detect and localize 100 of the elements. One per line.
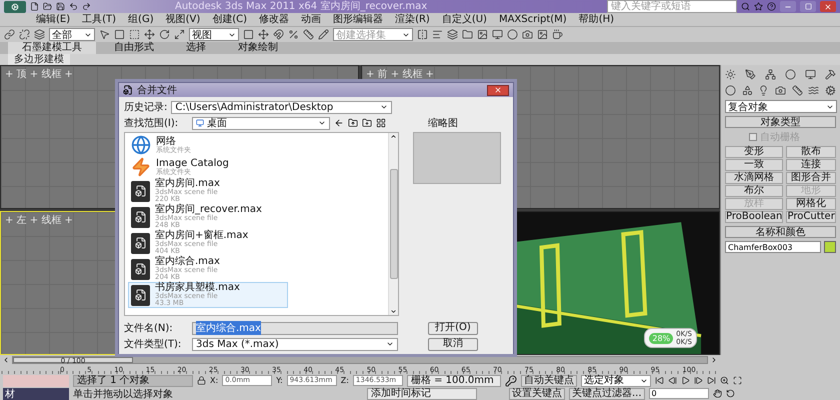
- redo-icon[interactable]: [82, 2, 91, 11]
- axis-icon[interactable]: [258, 29, 269, 40]
- object-type-button[interactable]: ProBoolean: [725, 211, 784, 223]
- add-time-tag[interactable]: 添加时间标记: [367, 388, 477, 400]
- layer-icon[interactable]: [447, 29, 458, 40]
- undo-icon[interactable]: [69, 2, 78, 11]
- menu-item[interactable]: 渲染(R): [395, 13, 430, 26]
- menu-item[interactable]: 组(G): [128, 13, 154, 26]
- geometry-icon[interactable]: [725, 85, 736, 96]
- object-type-button[interactable]: ProCutter: [786, 211, 836, 223]
- camera-icon[interactable]: [774, 85, 786, 96]
- search-icon[interactable]: [741, 2, 750, 11]
- rollout-header[interactable]: 名称和颜色: [725, 226, 836, 238]
- pencil-icon[interactable]: [318, 29, 329, 40]
- menu-item[interactable]: 视图(V): [166, 13, 200, 26]
- menu-item[interactable]: 帮助(H): [578, 13, 614, 26]
- next-icon[interactable]: [710, 356, 718, 364]
- menu-item[interactable]: 修改器: [259, 13, 290, 26]
- ribbon-tab[interactable]: 自由形式: [100, 42, 168, 54]
- create-tab-icon[interactable]: [725, 69, 736, 80]
- light-icon[interactable]: [758, 85, 770, 96]
- set-key-button[interactable]: 设置关键点: [509, 388, 565, 400]
- object-type-button[interactable]: 网格化: [786, 198, 836, 210]
- ribbon-tab[interactable]: 对象绘制: [224, 42, 292, 54]
- lock-icon[interactable]: [197, 376, 206, 385]
- open-folder-icon[interactable]: [43, 2, 52, 11]
- expand-icon[interactable]: [174, 29, 185, 40]
- gear-icon[interactable]: [824, 85, 836, 96]
- color-swatch[interactable]: [824, 241, 836, 253]
- square-icon[interactable]: [114, 29, 125, 40]
- link-icon[interactable]: [4, 29, 15, 40]
- object-type-button[interactable]: 水滴网格: [725, 172, 784, 184]
- pivot-icon[interactable]: [243, 29, 254, 40]
- look-in-dropdown[interactable]: 桌面: [192, 116, 330, 130]
- file-name-field[interactable]: 室内综合.max: [192, 322, 398, 334]
- next-frame-icon[interactable]: [694, 376, 703, 385]
- save-icon[interactable]: [56, 2, 65, 11]
- previous-icon[interactable]: [2, 356, 10, 364]
- key-mode-dropdown[interactable]: 选定对象: [580, 374, 651, 386]
- display-tab-icon[interactable]: [805, 69, 816, 80]
- menu-item[interactable]: 工具(T): [82, 13, 116, 26]
- menu-item[interactable]: MAXScript(M): [498, 13, 567, 26]
- circle-tab-icon[interactable]: [785, 69, 796, 80]
- menu-item[interactable]: 创建(C): [212, 13, 248, 26]
- waves-icon[interactable]: [808, 85, 820, 96]
- object-type-button[interactable]: 布尔: [725, 185, 784, 197]
- cancel-button[interactable]: 取消: [428, 338, 478, 350]
- coordinate-dropdown[interactable]: 视图: [189, 28, 239, 41]
- close-button[interactable]: [487, 84, 509, 96]
- move-icon[interactable]: [144, 29, 155, 40]
- app-menu-button[interactable]: [4, 0, 26, 12]
- key-filters-button[interactable]: 关键点过滤器...: [569, 388, 645, 400]
- back-icon[interactable]: [334, 118, 344, 128]
- curve-tab-icon[interactable]: [745, 69, 756, 80]
- ribbon-tab[interactable]: 选择: [172, 42, 220, 54]
- image-icon[interactable]: [477, 29, 488, 40]
- align-icon[interactable]: [432, 29, 443, 40]
- monitor-icon[interactable]: [492, 29, 503, 40]
- viewport-label[interactable]: + 顶 + 线框 +: [5, 67, 73, 81]
- minimize-button[interactable]: [780, 1, 796, 12]
- sphere-icon[interactable]: [507, 29, 518, 40]
- viewport-label[interactable]: + 前 + 线框 +: [366, 67, 434, 81]
- cup-icon[interactable]: [552, 29, 563, 40]
- pan-icon[interactable]: [712, 389, 722, 398]
- helper-icon[interactable]: [792, 85, 803, 96]
- open-button[interactable]: 打开(O): [428, 322, 478, 334]
- key-icon[interactable]: [504, 374, 517, 386]
- menu-item[interactable]: 自定义(U): [442, 13, 487, 26]
- folder-icon[interactable]: [462, 29, 473, 40]
- scrollbar[interactable]: [388, 133, 398, 315]
- menu-item[interactable]: 编辑(E): [36, 13, 70, 26]
- ruler-icon[interactable]: [303, 29, 314, 40]
- help-icon[interactable]: [767, 2, 776, 11]
- object-type-button[interactable]: 图形合并: [786, 172, 836, 184]
- rotate-icon[interactable]: [159, 29, 170, 40]
- filter-dropdown[interactable]: 全部: [49, 28, 95, 41]
- object-type-button[interactable]: 变形: [725, 146, 784, 158]
- object-name-field[interactable]: ChamferBox003: [725, 241, 821, 253]
- dashed-square-icon[interactable]: [129, 29, 140, 40]
- star-icon[interactable]: [754, 2, 763, 11]
- file-type-dropdown[interactable]: 3ds Max (*.max): [192, 338, 398, 350]
- hierarchy-tab-icon[interactable]: [765, 69, 776, 80]
- up-folder-icon[interactable]: [348, 118, 358, 128]
- new-folder-icon[interactable]: [362, 118, 372, 128]
- object-type-button[interactable]: 连接: [786, 159, 836, 171]
- pointer-icon[interactable]: [99, 29, 110, 40]
- object-type-button[interactable]: 一致: [725, 159, 784, 171]
- zoom-icon[interactable]: [720, 376, 729, 385]
- magnet-icon[interactable]: [273, 29, 284, 40]
- menu-item[interactable]: 动画: [301, 13, 322, 26]
- rollout-header[interactable]: 对象类型: [725, 116, 836, 128]
- previous-frame-icon[interactable]: [668, 376, 677, 385]
- new-file-icon[interactable]: [30, 2, 39, 11]
- ribbon-panel-label[interactable]: 多边形建模: [8, 54, 70, 65]
- category-dropdown[interactable]: 复合对象: [725, 100, 837, 113]
- history-dropdown[interactable]: C:\Users\Administrator\Desktop: [171, 100, 392, 114]
- ribbon-tab[interactable]: 石墨建模工具: [8, 42, 96, 54]
- first-frame-icon[interactable]: [654, 376, 664, 385]
- menu-item[interactable]: 图形编辑器: [333, 13, 384, 26]
- hammer-tab-icon[interactable]: [825, 69, 836, 80]
